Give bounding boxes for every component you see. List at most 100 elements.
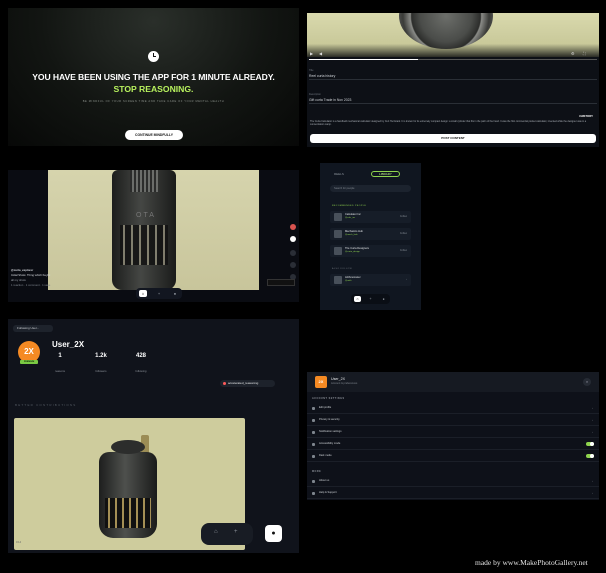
close-icon[interactable]: × xyxy=(583,378,591,386)
dial-image xyxy=(399,13,493,49)
credit-watermark: made by www.MakePhotoGallery.net xyxy=(475,558,588,567)
reel-meta: 1 reaction · 1 comment · 1 save xyxy=(11,283,51,287)
post-button[interactable]: POST CONTENT xyxy=(310,134,596,143)
chevron-right-icon[interactable]: › xyxy=(406,278,407,281)
accessibility-toggle[interactable] xyxy=(586,442,594,446)
description-field[interactable]: Description Gift curta Trade in Nov 2023 xyxy=(309,93,597,104)
add-icon[interactable]: + xyxy=(367,296,374,302)
settings-row-privacy[interactable]: Privacy & security › xyxy=(307,415,599,426)
settings-panel: 2X User_2X Account & preferences × ACCOU… xyxy=(307,372,599,500)
add-icon[interactable]: + xyxy=(234,529,238,535)
share-icon[interactable] xyxy=(290,236,296,242)
save-icon[interactable] xyxy=(290,262,296,268)
profile-icon[interactable]: ● xyxy=(380,296,387,302)
profile-icon[interactable]: ● xyxy=(171,290,179,297)
stat-reasons: 1 reasons xyxy=(55,353,65,373)
section-title: BETTER CONTRIBUTIONS xyxy=(15,403,77,407)
list-item[interactable]: Calculator Inc @calc_inc Follow xyxy=(330,211,411,223)
item-handle: @mech_hub xyxy=(345,234,358,236)
continue-button[interactable]: CONTINUE MINDFULLY xyxy=(125,130,183,140)
video-progress[interactable] xyxy=(309,59,597,60)
bell-icon xyxy=(312,431,315,434)
volume-icon[interactable]: ◀ xyxy=(319,51,322,56)
video-form-panel: ▶ ◀ ⚙ ⛶ Title Reel curta history Descrip… xyxy=(307,13,599,147)
tab-reels[interactable]: REELS xyxy=(334,172,344,176)
item-name: Arithmometer xyxy=(345,276,361,279)
clock-icon xyxy=(148,51,159,62)
reel-caption: Initial Shots: Thing which Keyfix xyxy=(11,273,51,277)
item-name: Calculator Inc xyxy=(345,213,361,216)
curta-machine-image xyxy=(112,170,176,290)
hashtag: #HISTORY xyxy=(579,114,593,118)
settings-header: 2X User_2X Account & preferences × xyxy=(307,372,599,392)
reel-sub: all my shots xyxy=(11,278,26,282)
bottom-nav: ⌂ + ● xyxy=(351,294,390,304)
reasoning-pill[interactable]: accelerated_reasoning xyxy=(220,380,275,387)
settings-row-dark-mode[interactable]: Dark mode xyxy=(307,451,599,462)
settings-row-notifications[interactable]: Notification settings › xyxy=(307,427,599,438)
search-input[interactable]: Search for people xyxy=(330,185,411,192)
list-item[interactable]: The Curta Designers @curta_design Follow xyxy=(330,245,411,257)
premium-badge: PREMIUM xyxy=(20,360,38,364)
edit-icon xyxy=(312,407,315,410)
video-time: 0:14 xyxy=(16,541,22,544)
home-icon[interactable]: ⌂ xyxy=(354,296,361,302)
reel-panel: OTA @curta_explorer Initial Shots: Thing… xyxy=(8,170,299,302)
home-icon[interactable]: ⌂ xyxy=(139,290,147,297)
mini-preview[interactable] xyxy=(267,279,295,286)
stat-followers[interactable]: 1.2k followers xyxy=(86,353,116,377)
accessibility-icon xyxy=(312,443,315,446)
add-icon[interactable]: + xyxy=(155,290,163,297)
settings-row-accessibility[interactable]: Accessibility mode xyxy=(307,439,599,450)
usage-warning-panel: YOU HAVE BEEN USING THE APP FOR 1 MINUTE… xyxy=(8,8,299,146)
engraving: OTA xyxy=(136,212,156,219)
follow-button[interactable]: Follow xyxy=(400,249,407,252)
description-value[interactable]: Gift curta Trade in Nov 2023 xyxy=(309,98,597,104)
bottom-nav: ⌂ + xyxy=(201,523,253,545)
home-icon[interactable]: ⌂ xyxy=(214,529,218,535)
like-icon[interactable] xyxy=(290,224,296,230)
reel-author[interactable]: @curta_explorer xyxy=(11,268,33,272)
settings-row-edit-profile[interactable]: Edit profile › xyxy=(307,403,599,414)
fullscreen-icon[interactable]: ⛶ xyxy=(583,51,586,56)
settings-icon[interactable]: ⚙ xyxy=(571,51,575,56)
item-handle: @curta_design xyxy=(345,251,360,253)
thumbnail xyxy=(334,247,342,255)
following-chip[interactable]: Following User... xyxy=(13,325,53,332)
play-icon[interactable]: ▶ xyxy=(310,51,313,56)
profile-icon[interactable]: ● xyxy=(265,525,282,542)
thumbnail xyxy=(334,230,342,238)
video-player[interactable] xyxy=(307,13,599,57)
title-field[interactable]: Title Reel curta history xyxy=(309,69,597,80)
usage-subtext: BE MINDFUL OF YOUR SCREEN TIME AND TAKE … xyxy=(82,100,225,103)
list-item[interactable]: Mechanics Hub @mech_hub Follow xyxy=(330,228,411,240)
item-handle: @calc_inc xyxy=(345,217,356,219)
dark-mode-toggle[interactable] xyxy=(586,454,594,458)
list-item[interactable]: Arithmometer @arith › xyxy=(330,274,411,286)
settings-subtitle: Account & preferences xyxy=(331,382,358,385)
curta-image xyxy=(99,440,157,538)
title-value[interactable]: Reel curta history xyxy=(309,74,597,80)
settings-row-about[interactable]: About us › xyxy=(307,476,599,487)
item-handle: @arith xyxy=(345,280,352,282)
section-more: MORE xyxy=(312,470,322,473)
info-icon xyxy=(312,480,315,483)
tab-library[interactable]: LIBRARY xyxy=(371,171,400,177)
stat-following[interactable]: 428 following xyxy=(126,353,156,377)
usage-headline: YOU HAVE BEEN USING THE APP FOR 1 MINUTE… xyxy=(32,72,275,82)
bottom-nav: ⌂ + ● xyxy=(136,288,182,299)
section-also-follow: ALSO FOLLOW xyxy=(332,268,353,270)
settings-row-help[interactable]: Help & Support › xyxy=(307,488,599,499)
follow-button[interactable]: Follow xyxy=(400,232,407,235)
section-recommended: RECOMMENDED PEOPLE xyxy=(332,205,367,207)
section-account: ACCOUNT SETTINGS xyxy=(312,397,345,400)
profile-panel: Following User... 2X PREMIUM User_2X 1 re… xyxy=(8,319,299,553)
search-panel: REELS LIBRARY Search for people RECOMMEN… xyxy=(320,163,421,310)
lock-icon xyxy=(312,419,315,422)
moon-icon xyxy=(312,455,315,458)
follow-button[interactable]: Follow xyxy=(400,215,407,218)
help-icon xyxy=(312,492,315,495)
item-name: Mechanics Hub xyxy=(345,230,363,233)
comment-icon[interactable] xyxy=(290,250,296,256)
thumbnail xyxy=(334,276,342,284)
